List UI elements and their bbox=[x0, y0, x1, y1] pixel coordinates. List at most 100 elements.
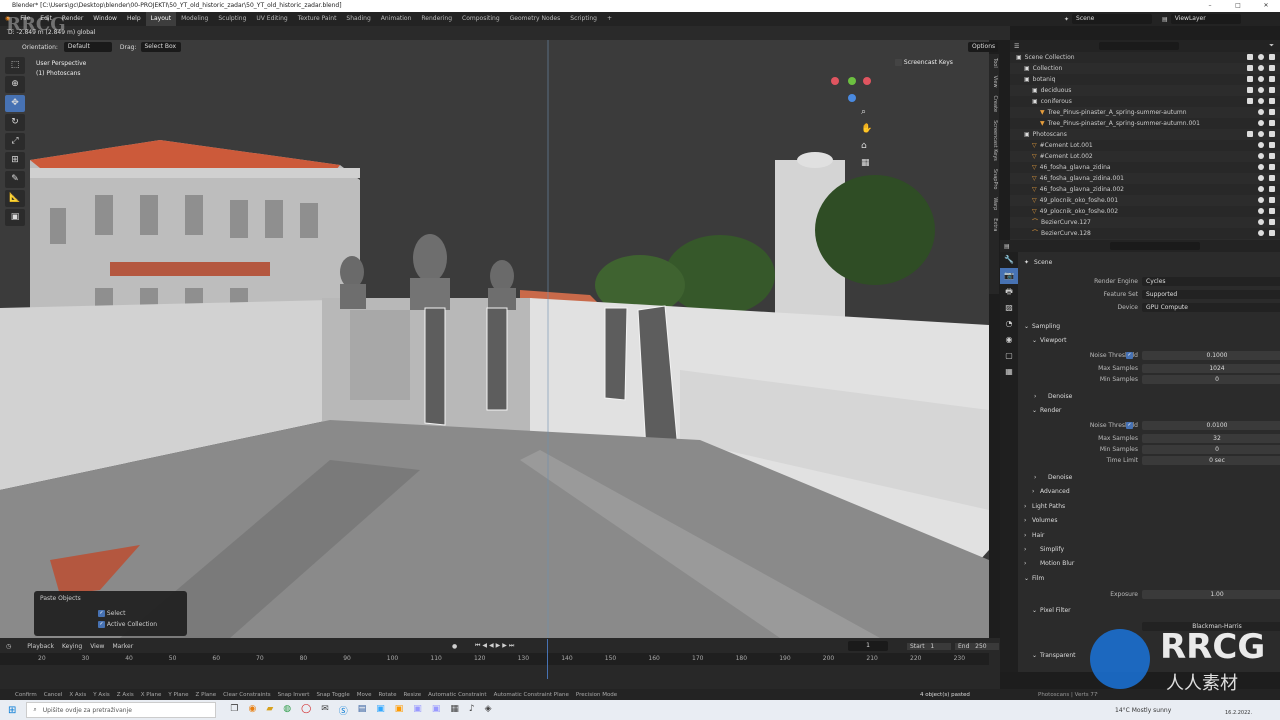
playback-controls[interactable]: ⏮◀◀▶▶⏭ bbox=[475, 642, 516, 650]
render-camera-icon[interactable] bbox=[1269, 219, 1275, 225]
render-camera-icon[interactable] bbox=[1269, 109, 1275, 115]
render-noise-threshold-checkbox[interactable]: ✓ bbox=[1126, 422, 1133, 429]
orientation-dropdown[interactable]: Default bbox=[63, 42, 112, 52]
filter-icon[interactable]: ⏷ bbox=[1269, 42, 1274, 50]
exclude-checkbox[interactable] bbox=[1247, 131, 1253, 137]
pixel-filter-subsection[interactable]: Pixel Filter bbox=[1040, 606, 1071, 616]
visibility-eye-icon[interactable] bbox=[1258, 109, 1264, 115]
viewport-denoise-expand[interactable]: › bbox=[1034, 392, 1036, 402]
render-denoise-expand[interactable]: › bbox=[1034, 473, 1036, 483]
outliner-row[interactable]: ⌒ BezierCurve.128 bbox=[1010, 228, 1280, 239]
properties-search-field[interactable] bbox=[1109, 242, 1200, 250]
visibility-eye-icon[interactable] bbox=[1258, 186, 1264, 192]
outliner-row[interactable]: ▽ 49_plocnik_oko_foshe.001 bbox=[1010, 195, 1280, 206]
mail-app-icon[interactable]: ✉ bbox=[321, 704, 329, 717]
output-tab-icon[interactable]: 🖶 bbox=[1000, 284, 1018, 300]
render-camera-icon[interactable] bbox=[1269, 76, 1275, 82]
clock-date[interactable]: 16.2.2022. bbox=[1225, 710, 1252, 716]
menu-help[interactable]: Help bbox=[122, 12, 146, 26]
render-noise-threshold-field[interactable]: 0.0100 bbox=[1142, 421, 1280, 430]
screencast-keys-toggle[interactable]: Screencast Keys bbox=[895, 59, 953, 66]
visibility-eye-icon[interactable] bbox=[1258, 65, 1264, 71]
render-camera-icon[interactable] bbox=[1269, 197, 1275, 203]
tab-layout[interactable]: Layout bbox=[145, 12, 177, 26]
outliner-row[interactable]: ▽ #Cement Lot.002 bbox=[1010, 151, 1280, 162]
editor-type-icon[interactable]: ◷ bbox=[6, 643, 11, 650]
outliner-row[interactable]: ▼ Tree_Pinus-pinaster_A_spring-summer-aut… bbox=[1010, 107, 1280, 118]
visibility-eye-icon[interactable] bbox=[1258, 120, 1264, 126]
render-camera-icon[interactable] bbox=[1269, 131, 1275, 137]
scene-tab-icon[interactable]: ◔ bbox=[1000, 316, 1018, 332]
visibility-eye-icon[interactable] bbox=[1258, 54, 1264, 60]
options-dropdown[interactable]: Options bbox=[968, 42, 998, 52]
rotate-tool-icon[interactable]: ↻ bbox=[5, 114, 25, 131]
drag-dropdown[interactable]: Select Box bbox=[140, 42, 181, 52]
tab-sculpting[interactable]: Sculpting bbox=[213, 12, 251, 26]
render-camera-icon[interactable] bbox=[1269, 164, 1275, 170]
light-paths-section[interactable]: Light Paths bbox=[1032, 502, 1065, 512]
viewport-max-samples-field[interactable]: 1024 bbox=[1142, 364, 1280, 373]
outliner-search-field[interactable] bbox=[1099, 42, 1180, 50]
render-engine-dropdown[interactable]: Cycles bbox=[1142, 277, 1280, 286]
render-denoise-section[interactable]: Denoise bbox=[1048, 473, 1072, 483]
visibility-eye-icon[interactable] bbox=[1258, 142, 1264, 148]
cursor-tool-icon[interactable]: ⊕ bbox=[5, 76, 25, 93]
scene-selector[interactable]: Scene bbox=[1072, 14, 1153, 24]
timeline-menu-marker[interactable]: Marker bbox=[112, 643, 133, 650]
maximize-icon[interactable]: □ bbox=[1224, 0, 1252, 12]
render-camera-icon[interactable] bbox=[1269, 87, 1275, 93]
tab-scripting[interactable]: Scripting bbox=[565, 12, 602, 26]
outliner-row[interactable]: ▽ 49_plocnik_oko_foshe.002 bbox=[1010, 206, 1280, 217]
outliner-row[interactable]: ▣ deciduous bbox=[1010, 85, 1280, 96]
weather-widget[interactable]: 14°C Mostly sunny bbox=[1115, 707, 1171, 714]
outliner-row[interactable]: ▣ Photoscans bbox=[1010, 129, 1280, 140]
start-frame-field[interactable]: Start 1 bbox=[907, 642, 951, 650]
add-workspace-button[interactable]: + bbox=[602, 12, 617, 26]
pan-hand-icon[interactable]: ✋ bbox=[861, 121, 873, 138]
film-expand[interactable]: ⌄ bbox=[1024, 574, 1029, 584]
pixel-filter-expand[interactable]: ⌄ bbox=[1032, 606, 1037, 616]
timeline-menu-view[interactable]: View bbox=[90, 643, 104, 650]
timeline-menu-keying[interactable]: Keying bbox=[62, 643, 82, 650]
outliner-row[interactable]: ▽ #Cement Lot.001 bbox=[1010, 140, 1280, 151]
render-camera-icon[interactable] bbox=[1269, 230, 1275, 236]
sampling-section[interactable]: Sampling bbox=[1032, 322, 1060, 332]
visibility-eye-icon[interactable] bbox=[1258, 76, 1264, 82]
viewport-denoise-section[interactable]: Denoise bbox=[1048, 392, 1072, 402]
timeline-menu-playback[interactable]: Playback bbox=[27, 643, 54, 650]
outliner-editor-icon[interactable]: ☰ bbox=[1014, 43, 1019, 50]
tab-rendering[interactable]: Rendering bbox=[416, 12, 457, 26]
render-camera-icon[interactable] bbox=[1269, 142, 1275, 148]
tab-uv-editing[interactable]: UV Editing bbox=[251, 12, 292, 26]
tool-tab-icon[interactable]: 🔧 bbox=[1000, 252, 1018, 268]
render-camera-icon[interactable] bbox=[1269, 120, 1275, 126]
visibility-eye-icon[interactable] bbox=[1258, 197, 1264, 203]
simplify-expand[interactable]: › bbox=[1024, 545, 1026, 555]
render-subsection[interactable]: Render bbox=[1040, 406, 1061, 416]
viewport-min-samples-field[interactable]: 0 bbox=[1142, 375, 1280, 384]
visibility-eye-icon[interactable] bbox=[1258, 208, 1264, 214]
visibility-eye-icon[interactable] bbox=[1258, 153, 1264, 159]
grid-toggle-icon[interactable]: ▦ bbox=[861, 155, 873, 172]
calculator-app-icon[interactable]: ▦ bbox=[450, 704, 459, 717]
viewport-noise-threshold-field[interactable]: 0.1000 bbox=[1142, 351, 1280, 360]
visibility-eye-icon[interactable] bbox=[1258, 164, 1264, 170]
sampling-expand[interactable]: ⌄ bbox=[1024, 322, 1029, 332]
exposure-field[interactable]: 1.00 bbox=[1142, 590, 1280, 599]
viewport-expand[interactable]: ⌄ bbox=[1032, 336, 1037, 346]
select-option[interactable]: ✓ Select bbox=[98, 610, 181, 617]
active-collection-option[interactable]: ✓ Active Collection bbox=[98, 621, 181, 628]
tiktok-app-icon[interactable]: ♪ bbox=[469, 704, 475, 717]
sidebar-tab-snappro[interactable]: SnapPro bbox=[992, 169, 998, 190]
opera-app-icon[interactable]: ◯ bbox=[301, 704, 311, 717]
hair-section[interactable]: Hair bbox=[1032, 531, 1044, 541]
exclude-checkbox[interactable] bbox=[1247, 76, 1253, 82]
transform-tool-icon[interactable]: ⊞ bbox=[5, 152, 25, 169]
simplify-section[interactable]: Simplify bbox=[1040, 545, 1064, 555]
hair-expand[interactable]: › bbox=[1024, 531, 1026, 541]
active-collection-checkbox[interactable]: ✓ bbox=[98, 621, 105, 628]
world-tab-icon[interactable]: ◉ bbox=[1000, 332, 1018, 348]
windows-start-icon[interactable]: ⊞ bbox=[8, 705, 16, 716]
illustrator-app-icon[interactable]: ▣ bbox=[395, 704, 404, 717]
after-effects-app-icon[interactable]: ▣ bbox=[432, 704, 441, 717]
